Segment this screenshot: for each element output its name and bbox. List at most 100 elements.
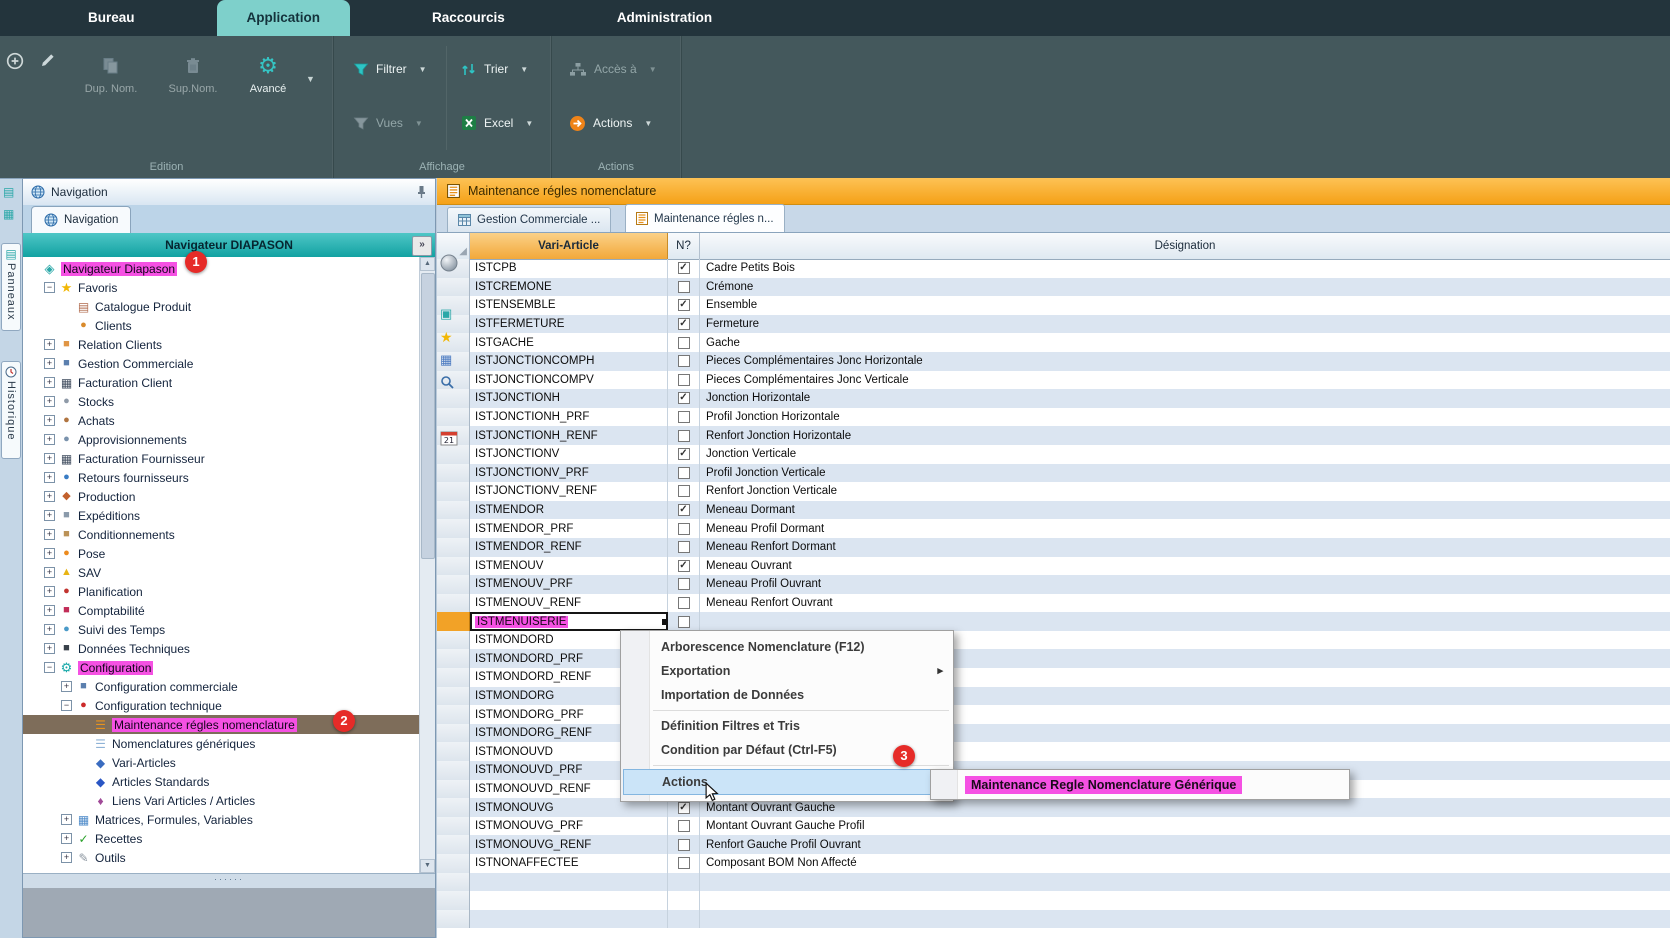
tree-item-clients[interactable]: ●Clients	[23, 316, 420, 335]
table-row[interactable]: ISTMONOUVG_RENFRenfort Gauche Profil Ouv…	[437, 835, 1670, 854]
tree-item-comptabilite[interactable]: +■Comptabilité	[23, 601, 420, 620]
table-row[interactable]: ISTCREMONECrémone	[437, 278, 1670, 297]
table-row[interactable]: ISTMENOUV✓Meneau Ouvrant	[437, 557, 1670, 576]
table-row[interactable]: ISTJONCTIONH_PRFProfil Jonction Horizont…	[437, 408, 1670, 427]
table-row[interactable]: ISTJONCTIONV_PRFProfil Jonction Vertical…	[437, 464, 1670, 483]
nomenclature-checkbox[interactable]: ✓	[678, 262, 690, 274]
nomenclature-checkbox[interactable]	[678, 839, 690, 851]
tree-item-relation-clients[interactable]: +■Relation Clients	[23, 335, 420, 354]
nomenclature-checkbox[interactable]	[678, 820, 690, 832]
expand-plus-icon[interactable]: +	[44, 586, 55, 597]
avance-button[interactable]: ⚙ Avancé	[236, 46, 300, 112]
expand-plus-icon[interactable]: +	[44, 472, 55, 483]
tree-item-donnees-techniques[interactable]: +■Données Techniques	[23, 639, 420, 658]
sphere-icon[interactable]	[440, 254, 458, 272]
side-tab-historique[interactable]: Historique	[1, 361, 21, 459]
tree-item-conditionnements[interactable]: +■Conditionnements	[23, 525, 420, 544]
expand-plus-icon[interactable]: +	[44, 548, 55, 559]
context-menu-item-definition-filtres-et-tris[interactable]: Définition Filtres et Tris	[621, 714, 953, 738]
avance-dropdown-caret[interactable]: ▼	[306, 74, 315, 84]
table-row[interactable]: ISTMENDOR_RENFMeneau Renfort Dormant	[437, 538, 1670, 557]
table-row[interactable]: ISTJONCTIONV_RENFRenfort Jonction Vertic…	[437, 482, 1670, 501]
nomenclature-checkbox[interactable]	[678, 337, 690, 349]
table-row[interactable]: ISTNONAFFECTEEComposant BOM Non Affecté	[437, 854, 1670, 873]
tree-item-pose[interactable]: +●Pose	[23, 544, 420, 563]
expand-plus-icon[interactable]: +	[44, 510, 55, 521]
tree-item-outils[interactable]: +✎Outils	[23, 848, 420, 867]
table-row[interactable]: ISTMENDOR✓Meneau Dormant	[437, 501, 1670, 520]
table-row[interactable]: ISTMONOUVG_PRFMontant Ouvrant Gauche Pro…	[437, 817, 1670, 836]
expand-plus-icon[interactable]: +	[44, 453, 55, 464]
table-row[interactable]: ISTFERMETURE✓Fermeture	[437, 315, 1670, 334]
expand-plus-icon[interactable]: +	[44, 491, 55, 502]
nomenclature-checkbox[interactable]: ✓	[678, 504, 690, 516]
expand-plus-icon[interactable]: +	[44, 434, 55, 445]
nomenclature-checkbox[interactable]	[678, 355, 690, 367]
new-icon[interactable]	[6, 52, 28, 74]
nomenclature-checkbox[interactable]	[678, 374, 690, 386]
tree-item-gestion-commerciale[interactable]: +■Gestion Commerciale	[23, 354, 420, 373]
tree-item-facturation-client[interactable]: +▦Facturation Client	[23, 373, 420, 392]
table-row[interactable]: ISTMENDOR_PRFMeneau Profil Dormant	[437, 519, 1670, 538]
tree-item-facturation-fournisseur[interactable]: +▦Facturation Fournisseur	[23, 449, 420, 468]
table-row[interactable]: ISTGACHEGache	[437, 333, 1670, 352]
nomenclature-checkbox[interactable]	[678, 523, 690, 535]
tab-gestion-commerciale[interactable]: Gestion Commerciale ...	[447, 207, 611, 232]
tree-item-maintenance-regles-nomenclature[interactable]: ☰Maintenance régles nomenclature	[23, 715, 420, 734]
chevron-double-icon[interactable]: »	[412, 236, 432, 256]
table-row[interactable]: ISTMENOUV_RENFMeneau Renfort Ouvrant	[437, 594, 1670, 613]
scrollbar-thumb[interactable]	[421, 273, 435, 559]
context-menu-item-exportation[interactable]: Exportation▸	[621, 659, 953, 683]
tree-item-catalogue-produit[interactable]: ▤Catalogue Produit	[23, 297, 420, 316]
context-menu-item-actions[interactable]: Actions▸	[623, 769, 951, 795]
tree-item-recettes[interactable]: +✓Recettes	[23, 829, 420, 848]
table-row[interactable]: ISTJONCTIONCOMPVPieces Complémentaires J…	[437, 371, 1670, 390]
column-header-n[interactable]: N?	[668, 233, 700, 259]
nomenclature-checkbox[interactable]	[678, 541, 690, 553]
scroll-up-icon[interactable]: ▲	[420, 257, 435, 271]
nomenclature-checkbox[interactable]	[678, 616, 690, 628]
tree-item-planification[interactable]: +●Planification	[23, 582, 420, 601]
tree-item-production[interactable]: +◆Production	[23, 487, 420, 506]
access-button[interactable]: Accès à ▼	[563, 56, 663, 82]
side-tab-panneaux[interactable]: ▤ Panneaux	[1, 243, 21, 331]
menu-tab-bureau[interactable]: Bureau	[58, 0, 165, 36]
tree-item-configuration[interactable]: −⚙Configuration	[23, 658, 420, 677]
expand-plus-icon[interactable]: +	[44, 605, 55, 616]
nomenclature-checkbox[interactable]	[678, 597, 690, 609]
panel-resize-handle[interactable]: ······	[23, 873, 435, 888]
monitor-icon[interactable]: ▦	[440, 352, 458, 370]
tree-item-stocks[interactable]: +●Stocks	[23, 392, 420, 411]
tree-item-nomenclatures-generiques[interactable]: ☰Nomenclatures génériques	[23, 734, 420, 753]
expand-plus-icon[interactable]: +	[44, 415, 55, 426]
nomenclature-checkbox[interactable]	[678, 485, 690, 497]
menu-tab-application[interactable]: Application	[217, 0, 351, 36]
tree-item-configuration-technique[interactable]: −●Configuration technique	[23, 696, 420, 715]
panels-icon[interactable]: ▤	[3, 185, 19, 201]
column-header-designation[interactable]: Désignation	[700, 233, 1670, 259]
collapse-minus-icon[interactable]: −	[61, 700, 72, 711]
expand-plus-icon[interactable]: +	[44, 377, 55, 388]
excel-dropdown-caret[interactable]: ▼	[525, 119, 533, 128]
nomenclature-checkbox[interactable]	[678, 430, 690, 442]
actions-dropdown-caret[interactable]: ▼	[644, 119, 652, 128]
expand-plus-icon[interactable]: +	[44, 643, 55, 654]
table-row[interactable]: ISTMENOUV_PRFMeneau Profil Ouvrant	[437, 575, 1670, 594]
actions-button[interactable]: Actions ▼	[563, 110, 658, 136]
scroll-down-icon[interactable]: ▼	[420, 859, 435, 873]
calendar-21-icon[interactable]: 21	[440, 430, 458, 448]
table-row[interactable]: ISTENSEMBLE✓Ensemble	[437, 296, 1670, 315]
nomenclature-checkbox[interactable]: ✓	[678, 318, 690, 330]
tab-navigation[interactable]: Navigation	[31, 206, 131, 234]
config-box-icon[interactable]: ▣	[440, 306, 458, 324]
menu-tab-administration[interactable]: Administration	[587, 0, 742, 36]
expand-plus-icon[interactable]: +	[61, 681, 72, 692]
context-menu-item-importation-de-donnees[interactable]: Importation de Données	[621, 683, 953, 707]
column-header-vari-article[interactable]: Vari-Article	[470, 233, 668, 259]
filter-button[interactable]: Filtrer ▼	[347, 56, 433, 82]
table-row[interactable]: ISTCPB✓Cadre Petits Bois	[437, 259, 1670, 278]
collapse-minus-icon[interactable]: −	[44, 282, 55, 293]
expand-plus-icon[interactable]: +	[44, 339, 55, 350]
table-row[interactable]: ISTJONCTIONH_RENFRenfort Jonction Horizo…	[437, 426, 1670, 445]
search-icon[interactable]	[440, 375, 458, 393]
